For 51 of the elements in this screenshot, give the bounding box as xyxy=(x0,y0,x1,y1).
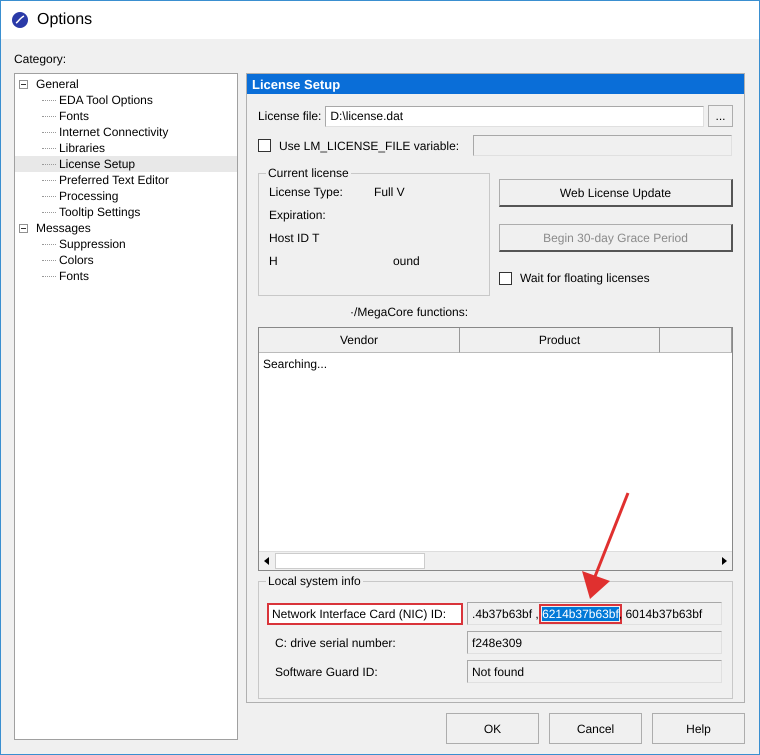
collapse-icon[interactable] xyxy=(19,80,28,88)
info-label: Network Interface Card (NIC) ID: xyxy=(269,604,461,622)
dialog-button[interactable]: Help xyxy=(652,713,745,744)
license-button[interactable]: Web License Update xyxy=(499,179,733,207)
status-text: Searching... xyxy=(263,357,328,371)
tree-item[interactable]: Fonts xyxy=(59,109,90,123)
info-field[interactable]: .4b37b63bf , 6214b37b63bf, 6014b37b63bf xyxy=(467,602,722,625)
checkbox-label: Use LM_LICENSE_FILE variable: xyxy=(279,138,460,152)
group-title: Current license xyxy=(266,166,351,180)
browse-button[interactable]: ... xyxy=(708,105,733,127)
scroll-thumb[interactable] xyxy=(275,553,425,569)
column-header[interactable]: Vendor xyxy=(259,328,460,353)
info-field[interactable]: Not found xyxy=(467,660,722,683)
tree-item[interactable]: Processing xyxy=(59,189,118,203)
info-value: ound xyxy=(393,254,420,268)
info-label: H xyxy=(269,254,278,268)
variable-field[interactable] xyxy=(473,135,732,156)
info-label: Software Guard ID: xyxy=(274,664,379,680)
checkbox[interactable] xyxy=(499,272,512,284)
tree-item[interactable]: Colors xyxy=(59,253,94,267)
tree-item[interactable]: EDA Tool Options xyxy=(59,93,153,107)
checkbox-label: Wait for floating licenses xyxy=(520,271,650,285)
info-label: License Type: xyxy=(269,184,343,198)
checkbox[interactable] xyxy=(258,139,271,152)
tree-item[interactable]: Suppression xyxy=(59,237,126,251)
category-label: Category: xyxy=(14,52,68,66)
column-header[interactable]: Product xyxy=(460,328,660,353)
info-field[interactable]: f248e309 xyxy=(467,631,722,654)
tree-item[interactable]: Internet Connectivity xyxy=(59,125,168,139)
field-label: License file: xyxy=(258,109,322,123)
horizontal-scrollbar[interactable] xyxy=(259,551,732,570)
info-label: Host ID T xyxy=(269,230,320,244)
license-file-field[interactable]: D:\license.dat xyxy=(325,106,704,126)
collapse-icon[interactable] xyxy=(19,224,28,232)
tree-item[interactable]: Libraries xyxy=(59,141,106,155)
tree-item[interactable]: General xyxy=(36,77,79,91)
panel-title: License Setup xyxy=(247,74,744,94)
tree-item[interactable]: Fonts xyxy=(59,269,90,283)
functions-label: ·/MegaCore functions: xyxy=(350,305,468,319)
info-value: Full V xyxy=(374,184,405,198)
window-title: Options xyxy=(37,11,92,29)
info-label: Expiration: xyxy=(269,208,326,222)
tree-item[interactable]: Preferred Text Editor xyxy=(59,173,169,187)
tree-item[interactable]: License Setup xyxy=(59,157,136,171)
dialog-button[interactable]: Cancel xyxy=(549,713,642,744)
tree-item[interactable]: Tooltip Settings xyxy=(59,205,140,219)
group-title: Local system info xyxy=(266,574,363,588)
app-logo-icon xyxy=(11,11,29,29)
tree-item[interactable]: Messages xyxy=(36,221,91,235)
dialog-button[interactable]: OK xyxy=(446,713,539,744)
info-label: C: drive serial number: xyxy=(274,634,397,652)
